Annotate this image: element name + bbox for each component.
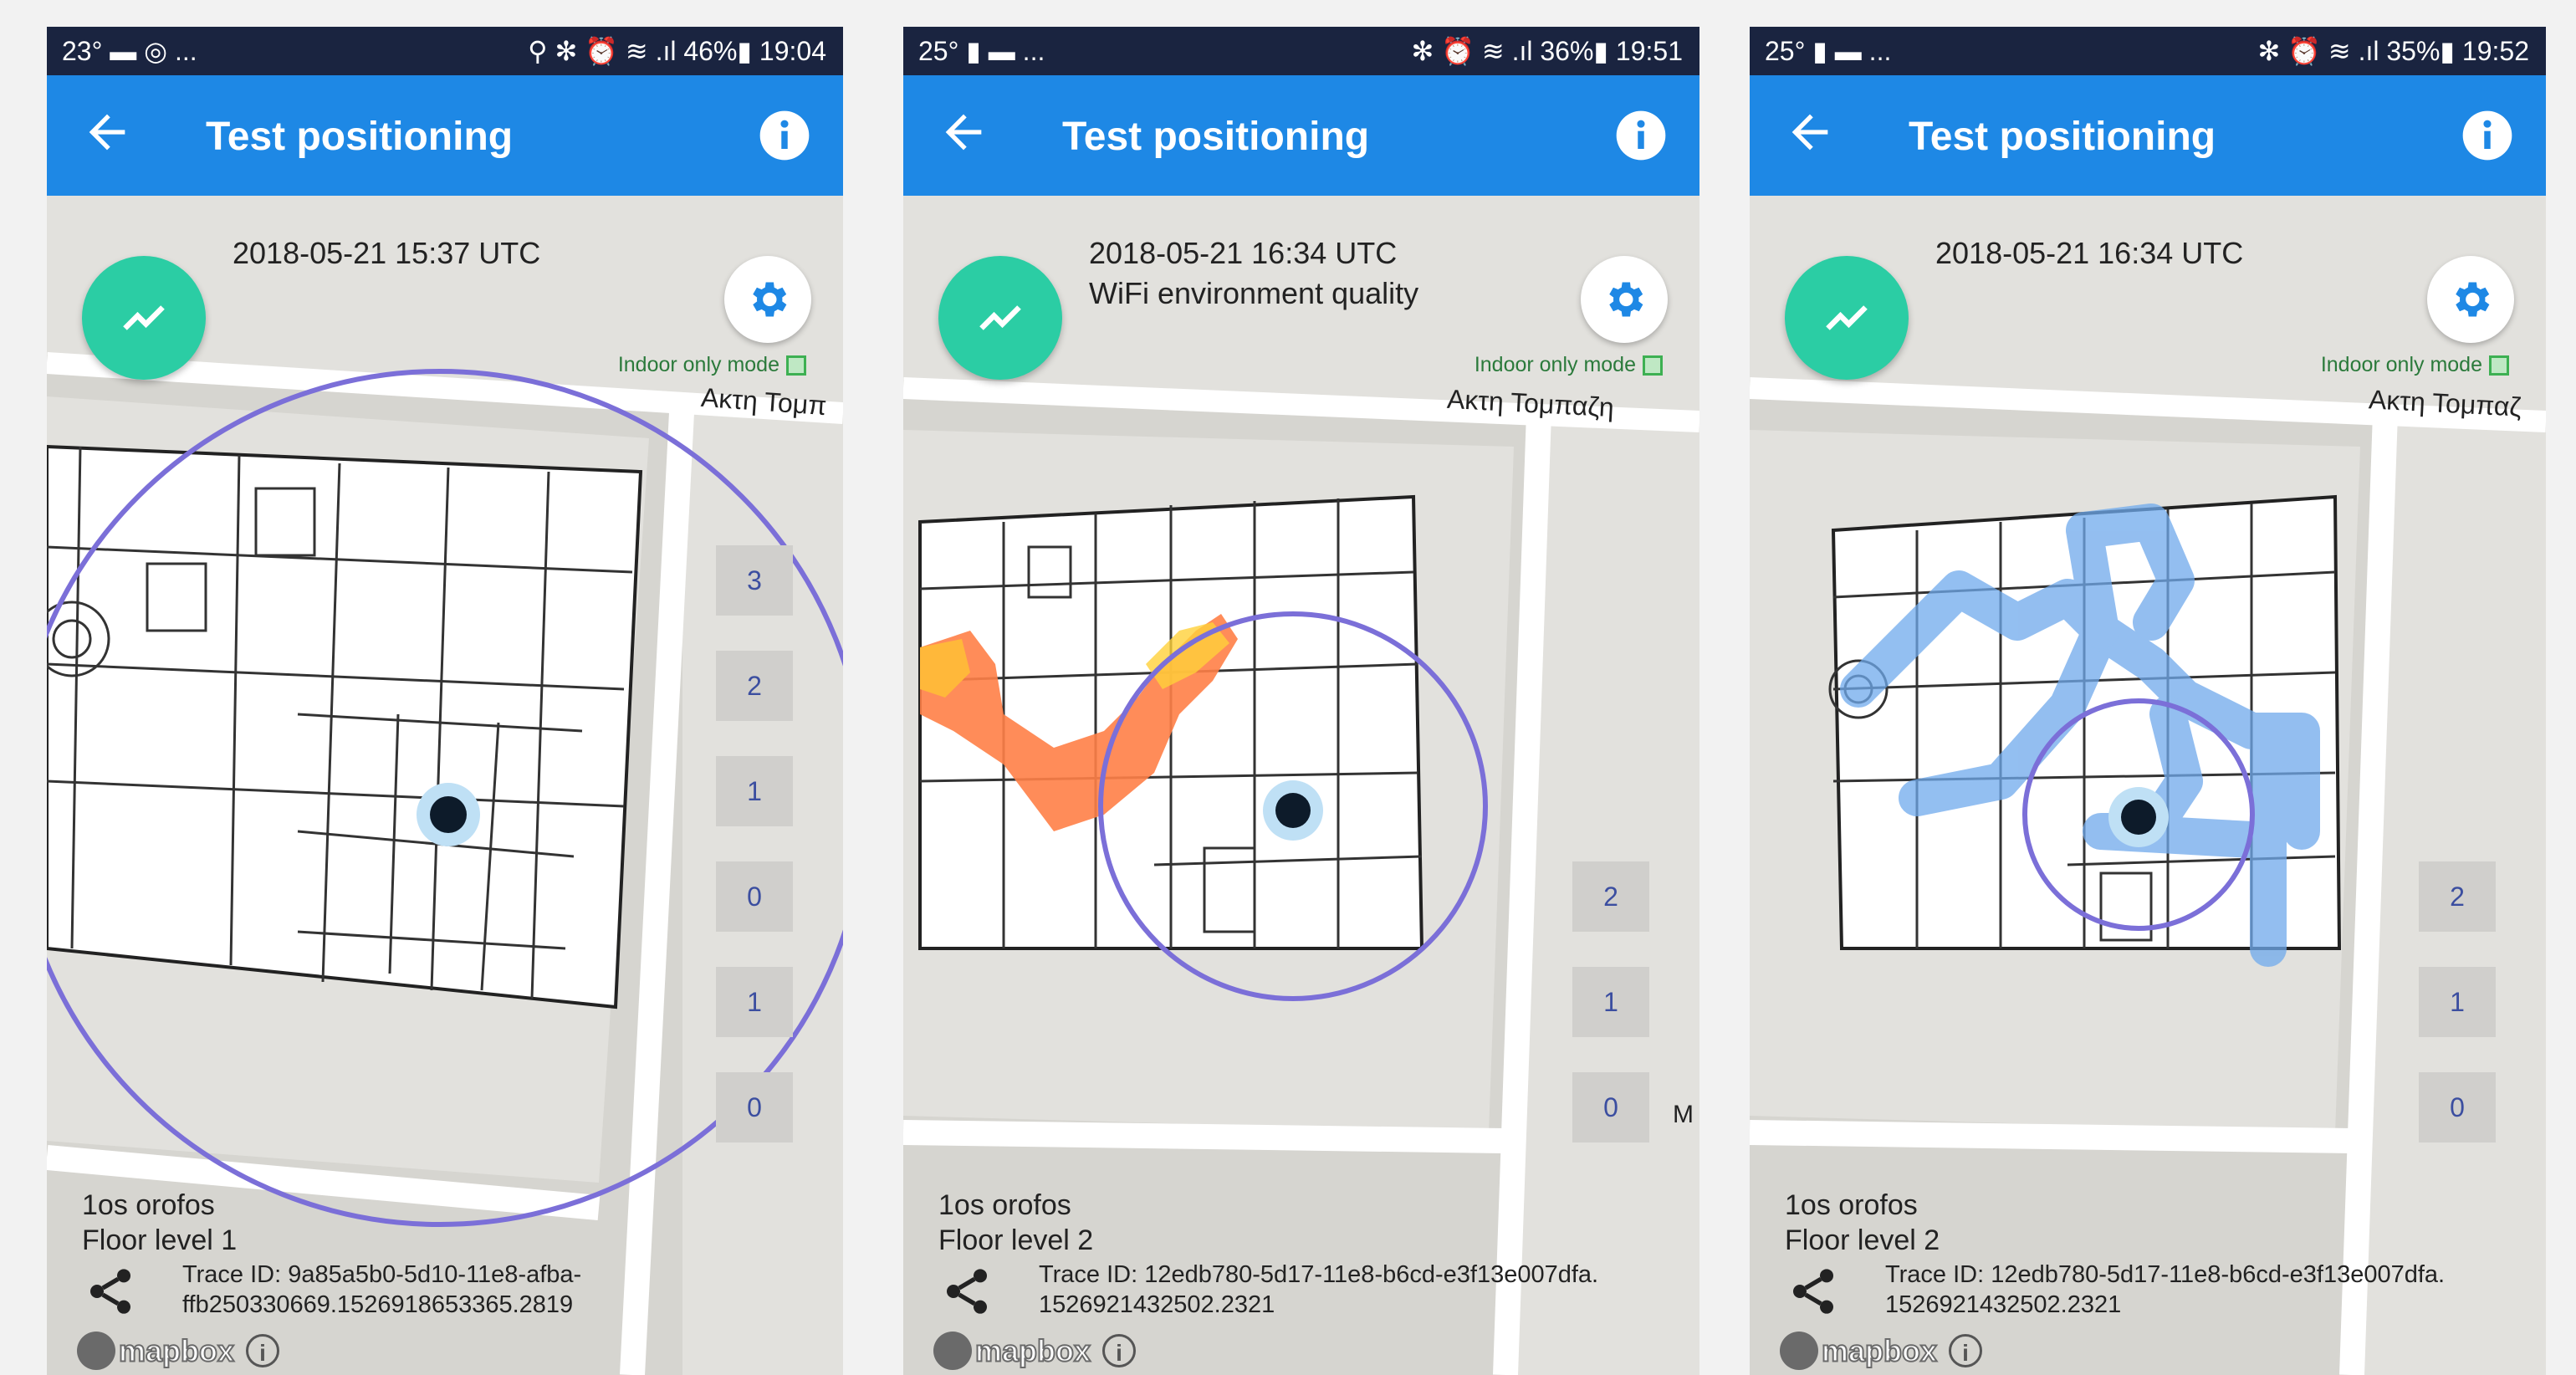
status-bar: 25° ▮ ▬ ... ✻ ⏰ ≋ .ıl 36%▮ 19:51 (903, 27, 1699, 75)
phone-screen-2: 25° ▮ ▬ ... ✻ ⏰ ≋ .ıl 36%▮ 19:51 Test po… (903, 27, 1699, 1375)
fab-button[interactable] (938, 256, 1062, 380)
share-icon[interactable] (1786, 1265, 1840, 1318)
trace-line-1: Trace ID: 12edb780-5d17-11e8-b6cd-e3f13e… (1039, 1261, 1599, 1288)
indoor-mode-label: Indoor only mode (2320, 353, 2482, 376)
floor-button[interactable]: 2 (716, 651, 793, 721)
settings-button[interactable] (724, 256, 811, 343)
arrow-left-icon[interactable] (1783, 105, 1837, 159)
timestamp: 2018-05-21 16:34 UTC (1935, 236, 2244, 270)
status-right: ⚲ ✻ ⏰ ≋ .ıl 46%▮ 19:04 (528, 36, 826, 66)
floor-button[interactable]: 0 (2419, 1072, 2496, 1142)
phone-screen-1: 23° ▬ ◎ ... ⚲ ✻ ⏰ ≋ .ıl 46%▮ 19:04 Test … (47, 27, 843, 1375)
trace-id: Trace ID: 12edb780-5d17-11e8-b6cd-e3f13e… (1885, 1260, 2521, 1320)
mapbox-attribution: mapbox i (933, 1332, 1137, 1371)
settings-button[interactable] (1581, 256, 1668, 343)
info-icon[interactable] (758, 109, 811, 162)
trace-id: Trace ID: 9a85a5b0-5d10-11e8-afba- ffb25… (182, 1260, 818, 1320)
floor-button[interactable]: 2 (1572, 861, 1649, 932)
floor-button[interactable]: 0 (716, 861, 793, 932)
timestamp: 2018-05-21 15:37 UTC (233, 236, 541, 270)
status-left: 25° ▮ ▬ ... (918, 36, 1045, 66)
floor-info: 1os orofos Floor level 1 (82, 1188, 237, 1258)
trace-line-2: 1526921432502.2321 (1885, 1291, 2122, 1318)
floor-info: 1os orofos Floor level 2 (1785, 1188, 1940, 1258)
indoor-mode-label: Indoor only mode (617, 353, 779, 376)
floor-button[interactable]: 1 (716, 756, 793, 826)
mapbox-attribution: mapbox i (1780, 1332, 1983, 1371)
app-bar: Test positioning (47, 75, 843, 196)
gear-icon (753, 282, 787, 317)
grid-icon (2489, 355, 2509, 376)
status-left: 23° ▬ ◎ ... (62, 36, 197, 66)
gear-icon (1609, 282, 1643, 317)
status-right: ✻ ⏰ ≋ .ıl 35%▮ 19:52 (2257, 36, 2529, 66)
trace-line-2: ffb250330669.1526918653365.2819 (182, 1291, 574, 1318)
trend-line-icon (979, 305, 1021, 330)
share-icon[interactable] (940, 1265, 994, 1318)
floor-level: Floor level 2 (938, 1224, 1094, 1256)
trend-line-icon (123, 305, 165, 330)
trend-line-icon (1826, 305, 1868, 330)
floor-button[interactable]: 0 (1572, 1072, 1649, 1142)
app-bar: Test positioning (1750, 75, 2546, 196)
mapbox-label: mapbox (974, 1332, 1091, 1368)
indoor-mode-label: Indoor only mode (1474, 353, 1636, 376)
mapbox-label: mapbox (1821, 1332, 1938, 1368)
info-icon[interactable]: i (1949, 1334, 1983, 1368)
info-icon[interactable] (1614, 109, 1668, 162)
status-left: 25° ▮ ▬ ... (1765, 36, 1892, 66)
arrow-left-icon[interactable] (937, 105, 990, 159)
indoor-mode-toggle[interactable]: Indoor only mode (618, 353, 806, 377)
floor-button[interactable]: 0 (716, 1072, 793, 1142)
trace-line-2: 1526921432502.2321 (1039, 1291, 1275, 1318)
floor-button[interactable]: 1 (716, 967, 793, 1037)
mapbox-label: mapbox (118, 1332, 235, 1368)
status-bar: 25° ▮ ▬ ... ✻ ⏰ ≋ .ıl 35%▮ 19:52 (1750, 27, 2546, 75)
floor-name: 1os orofos (1785, 1189, 1918, 1221)
status-bar: 23° ▬ ◎ ... ⚲ ✻ ⏰ ≋ .ıl 46%▮ 19:04 (47, 27, 843, 75)
mapbox-logo-icon (77, 1332, 115, 1371)
status-right: ✻ ⏰ ≋ .ıl 36%▮ 19:51 (1411, 36, 1683, 66)
mapbox-logo-icon (1780, 1332, 1818, 1371)
arrow-left-icon[interactable] (80, 105, 134, 159)
settings-button[interactable] (2427, 256, 2514, 343)
floor-button[interactable]: 2 (2419, 861, 2496, 932)
floor-level: Floor level 2 (1785, 1224, 1940, 1256)
floor-info: 1os orofos Floor level 2 (938, 1188, 1093, 1258)
floor-name: 1os orofos (82, 1189, 215, 1221)
floor-button[interactable]: 3 (716, 545, 793, 616)
mapbox-attribution: mapbox i (77, 1332, 280, 1371)
mapbox-logo-icon (933, 1332, 972, 1371)
phone-screen-3: 25° ▮ ▬ ... ✻ ⏰ ≋ .ıl 35%▮ 19:52 Test po… (1750, 27, 2546, 1375)
floor-button[interactable]: 1 (2419, 967, 2496, 1037)
gear-icon (2456, 282, 2490, 317)
trace-line-1: Trace ID: 12edb780-5d17-11e8-b6cd-e3f13e… (1885, 1261, 2446, 1288)
grid-icon (1643, 355, 1663, 376)
info-icon[interactable]: i (1102, 1334, 1137, 1368)
page-title: Test positioning (1909, 115, 2216, 159)
trace-line-1: Trace ID: 9a85a5b0-5d10-11e8-afba- (182, 1261, 582, 1288)
grid-icon (786, 355, 806, 376)
map-edge-label: M (1673, 1101, 1694, 1128)
page-title: Test positioning (206, 115, 514, 159)
info-icon[interactable] (2461, 109, 2514, 162)
fab-button[interactable] (82, 256, 206, 380)
share-icon[interactable] (84, 1265, 137, 1318)
floor-button[interactable]: 1 (1572, 967, 1649, 1037)
info-icon[interactable]: i (246, 1334, 280, 1368)
indoor-mode-toggle[interactable]: Indoor only mode (1475, 353, 1663, 377)
app-bar: Test positioning (903, 75, 1699, 196)
timestamp: 2018-05-21 16:34 UTC (1089, 236, 1398, 270)
trace-id: Trace ID: 12edb780-5d17-11e8-b6cd-e3f13e… (1039, 1260, 1674, 1320)
floor-level: Floor level 1 (82, 1224, 238, 1256)
indoor-mode-toggle[interactable]: Indoor only mode (2321, 353, 2509, 377)
page-title: Test positioning (1062, 115, 1370, 159)
floor-name: 1os orofos (938, 1189, 1071, 1221)
fab-button[interactable] (1785, 256, 1909, 380)
map-layer-subtitle: WiFi environment quality (1089, 276, 1419, 310)
